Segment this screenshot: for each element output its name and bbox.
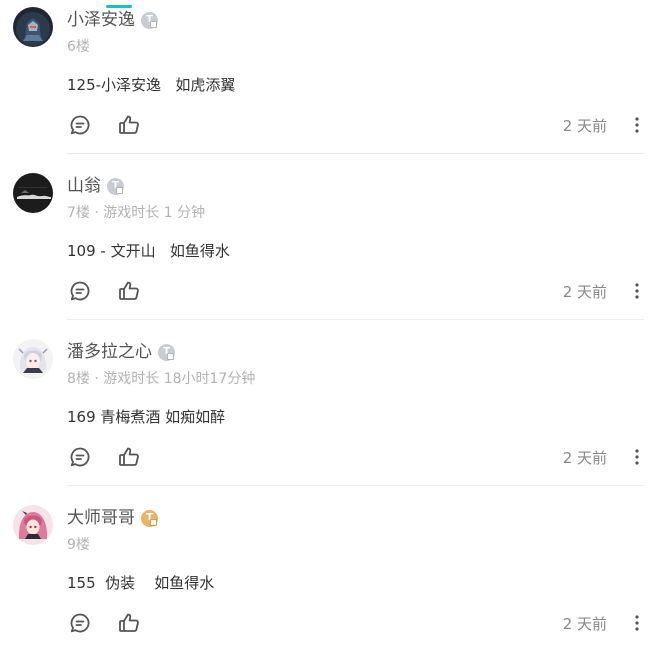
reply-icon[interactable] <box>68 113 92 137</box>
user-level-badge-icon: T <box>107 177 124 195</box>
user-avatar[interactable] <box>13 339 53 379</box>
divider <box>67 153 644 154</box>
user-avatar[interactable] <box>13 7 53 47</box>
like-icon[interactable] <box>117 113 141 137</box>
comment-text: 125-小泽安逸 如虎添翼 <box>67 76 236 94</box>
comment-text: 155 伪装 如鱼得水 <box>67 574 215 592</box>
dark-landscape-avatar-icon <box>13 173 53 213</box>
comment-text: 169 青梅煮酒 如痴如醉 <box>67 408 226 426</box>
comment-time: 2 天前 <box>562 283 607 301</box>
more-options-icon[interactable] <box>630 279 644 303</box>
comment-item: 潘多拉之心 T 8楼 · 游戏时长 18小时17分钟 169 青梅煮酒 如痴如醉… <box>0 332 654 498</box>
username[interactable]: 小泽安逸 <box>67 8 135 32</box>
user-avatar[interactable] <box>13 505 53 545</box>
comment-time: 2 天前 <box>562 117 607 135</box>
username[interactable]: 山翁 <box>67 174 101 198</box>
divider <box>67 319 644 320</box>
comment-item: 大师哥哥 T 9楼 155 伪装 如鱼得水 2 天前 <box>0 498 654 664</box>
comment-time: 2 天前 <box>562 449 607 467</box>
like-icon[interactable] <box>117 279 141 303</box>
anime-girl-white-hair-avatar-icon <box>13 339 53 379</box>
comment-meta: 8楼 · 游戏时长 18小时17分钟 <box>67 371 256 387</box>
user-level-badge-icon: T <box>141 509 158 527</box>
comment-item: 山翁 T 7楼 · 游戏时长 1 分钟 109 - 文开山 如鱼得水 2 天前 <box>0 166 654 332</box>
comment-time: 2 天前 <box>562 615 607 633</box>
reply-icon[interactable] <box>68 445 92 469</box>
reply-icon[interactable] <box>68 279 92 303</box>
anime-girl-pink-hair-avatar-icon <box>13 505 53 545</box>
comment-meta: 6楼 <box>67 39 90 55</box>
username[interactable]: 大师哥哥 <box>67 506 135 530</box>
user-level-badge-icon: T <box>158 343 175 361</box>
comment-item: 小泽安逸 T 6楼 125-小泽安逸 如虎添翼 2 天前 <box>0 0 654 166</box>
comment-text: 109 - 文开山 如鱼得水 <box>67 242 230 260</box>
user-level-badge-icon: T <box>141 11 158 29</box>
comment-meta: 7楼 · 游戏时长 1 分钟 <box>67 205 206 221</box>
divider <box>67 485 644 486</box>
like-icon[interactable] <box>117 611 141 635</box>
comment-meta: 9楼 <box>67 537 90 553</box>
more-options-icon[interactable] <box>630 445 644 469</box>
user-avatar[interactable] <box>13 173 53 213</box>
like-icon[interactable] <box>117 445 141 469</box>
armored-robot-avatar-icon <box>13 7 53 47</box>
more-options-icon[interactable] <box>630 611 644 635</box>
username[interactable]: 潘多拉之心 <box>67 340 152 364</box>
reply-icon[interactable] <box>68 611 92 635</box>
more-options-icon[interactable] <box>630 113 644 137</box>
